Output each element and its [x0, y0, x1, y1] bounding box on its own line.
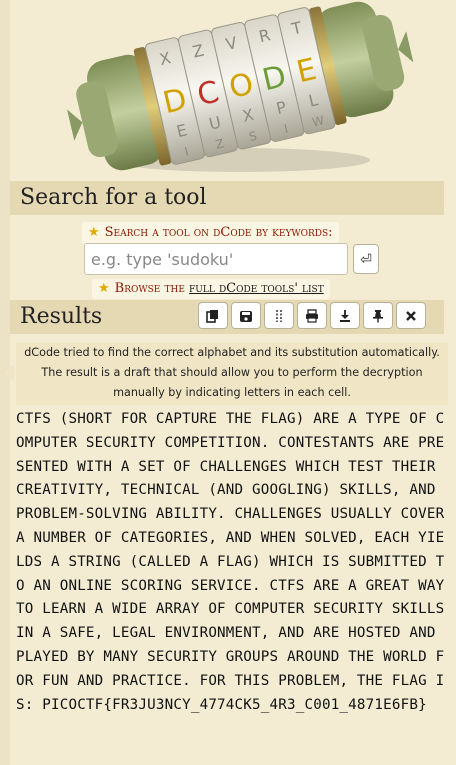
save-icon	[240, 310, 252, 322]
search-keywords-label-text: Search a tool on dCode by keywords:	[104, 225, 333, 240]
pin-icon	[373, 309, 383, 322]
close-icon	[406, 310, 416, 321]
search-section-title: Search for a tool	[10, 181, 444, 215]
note-pointer	[4, 364, 14, 382]
full-tools-list-link[interactable]: full dCode tools' list	[189, 281, 324, 296]
save-button[interactable]	[231, 302, 261, 329]
pin-button[interactable]	[363, 302, 393, 329]
download-button[interactable]	[330, 302, 360, 329]
enter-arrow-icon: ⏎	[360, 252, 372, 268]
split-icon	[276, 309, 282, 322]
split-button[interactable]	[264, 302, 294, 329]
dcode-logo[interactable]: XZVRT EUXPL IZSIW D C O D E	[60, 0, 420, 178]
search-keywords-label: ★ Search a tool on dCode by keywords:	[82, 222, 339, 244]
results-toolbar	[198, 302, 426, 330]
decryption-note: dCode tried to find the correct alphabet…	[16, 343, 448, 405]
star-icon: ★	[98, 281, 110, 296]
star-icon: ★	[88, 225, 100, 240]
browse-prefix: Browse the	[114, 281, 185, 296]
print-button[interactable]	[297, 302, 327, 329]
print-icon	[306, 308, 318, 323]
decrypted-output: CTFS (SHORT FOR CAPTURE THE FLAG) ARE A …	[16, 411, 454, 713]
close-button[interactable]	[396, 302, 426, 329]
left-margin-strip	[0, 0, 10, 765]
copy-icon	[206, 309, 218, 323]
download-icon	[340, 309, 350, 322]
copy-button[interactable]	[198, 302, 228, 329]
search-submit-button[interactable]: ⏎	[353, 244, 379, 274]
browse-tools-row: ★ Browse the full dCode tools' list	[92, 279, 330, 299]
tool-search-input[interactable]	[84, 243, 348, 275]
